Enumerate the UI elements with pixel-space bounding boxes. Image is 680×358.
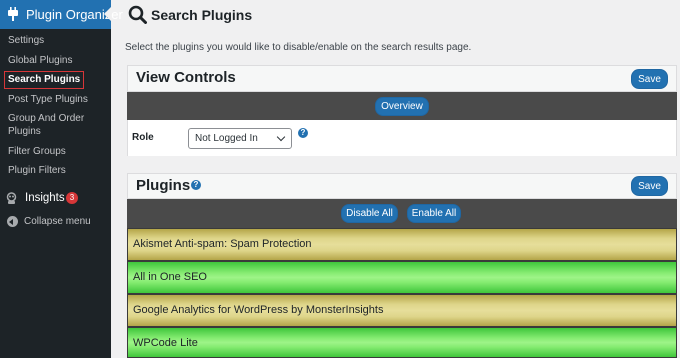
role-select[interactable]: Not Logged In [188, 128, 292, 149]
sidebar-item-filter-groups[interactable]: Filter Groups [0, 145, 111, 158]
menu-plugin-organizer[interactable]: Plugin Organizer [0, 0, 123, 29]
sidebar-item-settings[interactable]: Settings [0, 34, 111, 47]
collapse-arrow-icon [7, 216, 18, 227]
admin-sidebar: Plugin Organizer Settings Global Plugins… [0, 0, 123, 358]
sidebar-item-global-plugins[interactable]: Global Plugins [0, 54, 111, 67]
enable-all-button[interactable]: Enable All [407, 204, 461, 223]
sidebar-item-group-and-order-plugins[interactable]: Group And Order Plugins [0, 112, 90, 138]
view-controls-bar: Overview [127, 92, 677, 120]
save-button[interactable]: Save [631, 69, 668, 89]
plugin-row-wpcode-lite[interactable]: WPCode Lite [127, 327, 677, 358]
page-description: Select the plugins you would like to dis… [125, 42, 472, 53]
plugin-row-akismet[interactable]: Akismet Anti-spam: Spam Protection [127, 228, 677, 261]
plugin-icon [8, 7, 18, 21]
overview-button[interactable]: Overview [375, 97, 429, 116]
collapse-menu-label: Collapse menu [24, 216, 91, 227]
sidebar-item-post-type-plugins[interactable]: Post Type Plugins [0, 93, 111, 106]
plugin-row-all-in-one-seo[interactable]: All in One SEO [127, 261, 677, 294]
insights-label: Insights [25, 192, 65, 204]
role-row: Role Not Logged In ? [127, 120, 677, 156]
plugin-row-monsterinsights[interactable]: Google Analytics for WordPress by Monste… [127, 294, 677, 327]
current-menu-arrow [104, 7, 111, 21]
help-icon[interactable]: ? [191, 180, 201, 190]
role-select-value: Not Logged In [195, 133, 258, 144]
plugins-header: Plugins ? Save [127, 173, 677, 199]
notification-badge: 3 [66, 192, 78, 204]
insights-icon [6, 192, 17, 204]
sidebar-item-label: Search Plugins [4, 71, 85, 89]
role-label: Role [132, 132, 154, 143]
sidebar-item-search-plugins[interactable]: Search Plugins [0, 71, 111, 89]
plugins-title: Plugins [136, 177, 191, 194]
sidebar-item-plugin-filters[interactable]: Plugin Filters [0, 164, 111, 177]
search-icon [128, 5, 147, 24]
help-icon[interactable]: ? [298, 128, 308, 138]
sidebar-item-insights[interactable]: Insights 3 [0, 188, 111, 210]
view-controls-header: View Controls Save [127, 65, 677, 92]
chevron-down-icon [276, 132, 286, 142]
view-controls-title: View Controls [136, 69, 236, 86]
page-title: Search Plugins [151, 7, 253, 23]
save-button[interactable]: Save [631, 176, 668, 196]
disable-all-button[interactable]: Disable All [341, 204, 398, 223]
plugins-bar: Disable All Enable All [127, 199, 677, 228]
collapse-menu-button[interactable]: Collapse menu [0, 214, 111, 230]
